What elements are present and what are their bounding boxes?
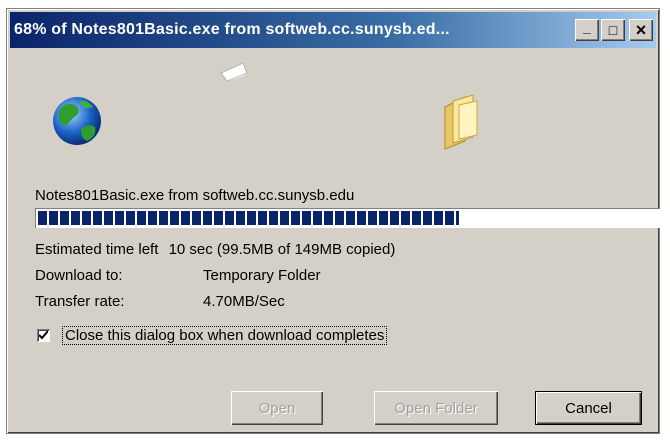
- checkmark-icon: [39, 331, 48, 340]
- globe-icon: [53, 97, 101, 145]
- open-button[interactable]: Open: [231, 391, 323, 425]
- title-bar[interactable]: 68% of Notes801Basic.exe from softweb.cc…: [10, 12, 656, 48]
- flying-document-icon: [220, 62, 248, 82]
- download-dialog: 68% of Notes801Basic.exe from softweb.cc…: [6, 8, 660, 434]
- file-source-label: Notes801Basic.exe from softweb.cc.sunysb…: [35, 187, 355, 204]
- minimize-icon: _: [583, 19, 591, 35]
- transfer-rate-value: 4.70MB/Sec: [203, 293, 285, 310]
- cancel-button[interactable]: Cancel: [535, 391, 642, 425]
- estimated-time-value: 10 sec (99.5MB of 149MB copied): [168, 241, 396, 258]
- close-button[interactable]: ×: [629, 19, 653, 41]
- estimated-time-row: Estimated time left 10 sec (99.5MB of 14…: [35, 241, 395, 258]
- download-progress-bar: [35, 208, 660, 228]
- estimated-time-label: Estimated time left: [35, 241, 159, 258]
- animation-canvas: [53, 62, 478, 150]
- download-to-value: Temporary Folder: [203, 267, 321, 284]
- close-icon: ×: [635, 19, 647, 40]
- download-animation: [7, 49, 659, 159]
- window-title: 68% of Notes801Basic.exe from softweb.cc…: [14, 21, 450, 38]
- minimize-button[interactable]: _: [575, 19, 599, 41]
- maximize-button[interactable]: □: [601, 19, 625, 41]
- maximize-icon: □: [608, 22, 618, 38]
- close-on-complete-checkbox[interactable]: [37, 329, 50, 342]
- folder-icon: [444, 94, 478, 150]
- open-folder-button[interactable]: Open Folder: [374, 391, 498, 425]
- progress-fill: [38, 211, 459, 225]
- download-to-row: Download to: Temporary Folder: [35, 267, 321, 284]
- transfer-rate-row: Transfer rate: 4.70MB/Sec: [35, 293, 285, 310]
- close-on-complete-label[interactable]: Close this dialog box when download comp…: [62, 326, 388, 345]
- transfer-rate-label: Transfer rate:: [35, 293, 125, 310]
- download-to-label: Download to:: [35, 267, 123, 284]
- close-on-complete-option[interactable]: Close this dialog box when download comp…: [37, 326, 388, 345]
